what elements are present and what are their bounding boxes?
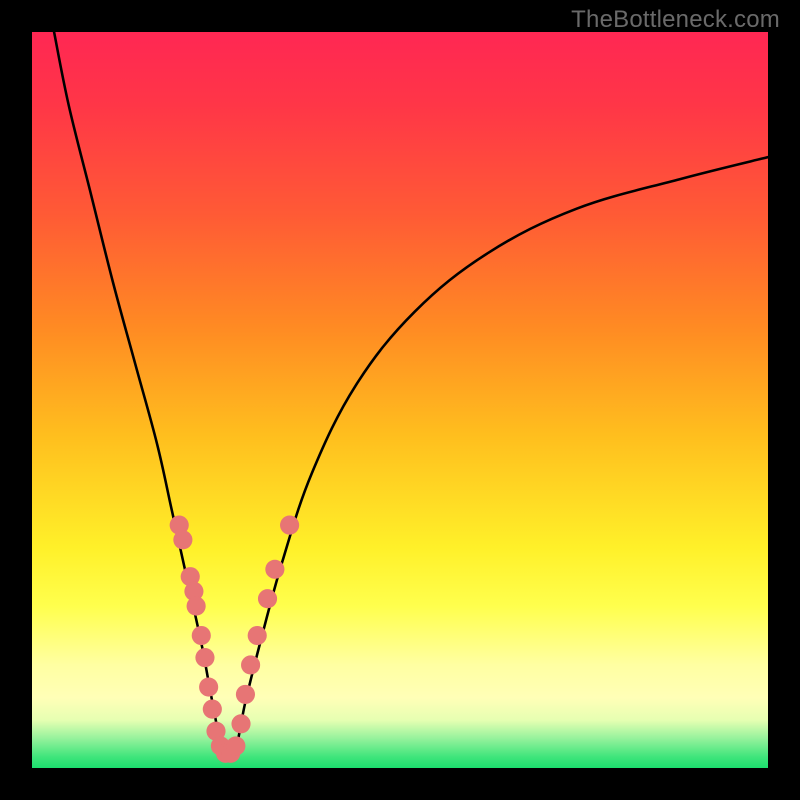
highlight-dot	[173, 530, 192, 549]
highlight-dot	[280, 516, 299, 535]
highlight-dots-group	[170, 516, 300, 763]
highlight-dot	[248, 626, 267, 645]
highlight-dot	[231, 714, 250, 733]
bottleneck-curve	[54, 32, 768, 760]
highlight-dot	[195, 648, 214, 667]
highlight-dot	[258, 589, 277, 608]
plot-area	[32, 32, 768, 768]
highlight-dot	[236, 685, 255, 704]
highlight-dot	[203, 700, 222, 719]
highlight-dot	[199, 677, 218, 696]
highlight-dot	[187, 597, 206, 616]
highlight-dot	[226, 736, 245, 755]
attribution-label: TheBottleneck.com	[571, 6, 780, 34]
highlight-dot	[192, 626, 211, 645]
highlight-dot	[265, 560, 284, 579]
highlight-dot	[241, 655, 260, 674]
chart-frame: TheBottleneck.com	[0, 0, 800, 800]
curve-layer	[32, 32, 768, 768]
